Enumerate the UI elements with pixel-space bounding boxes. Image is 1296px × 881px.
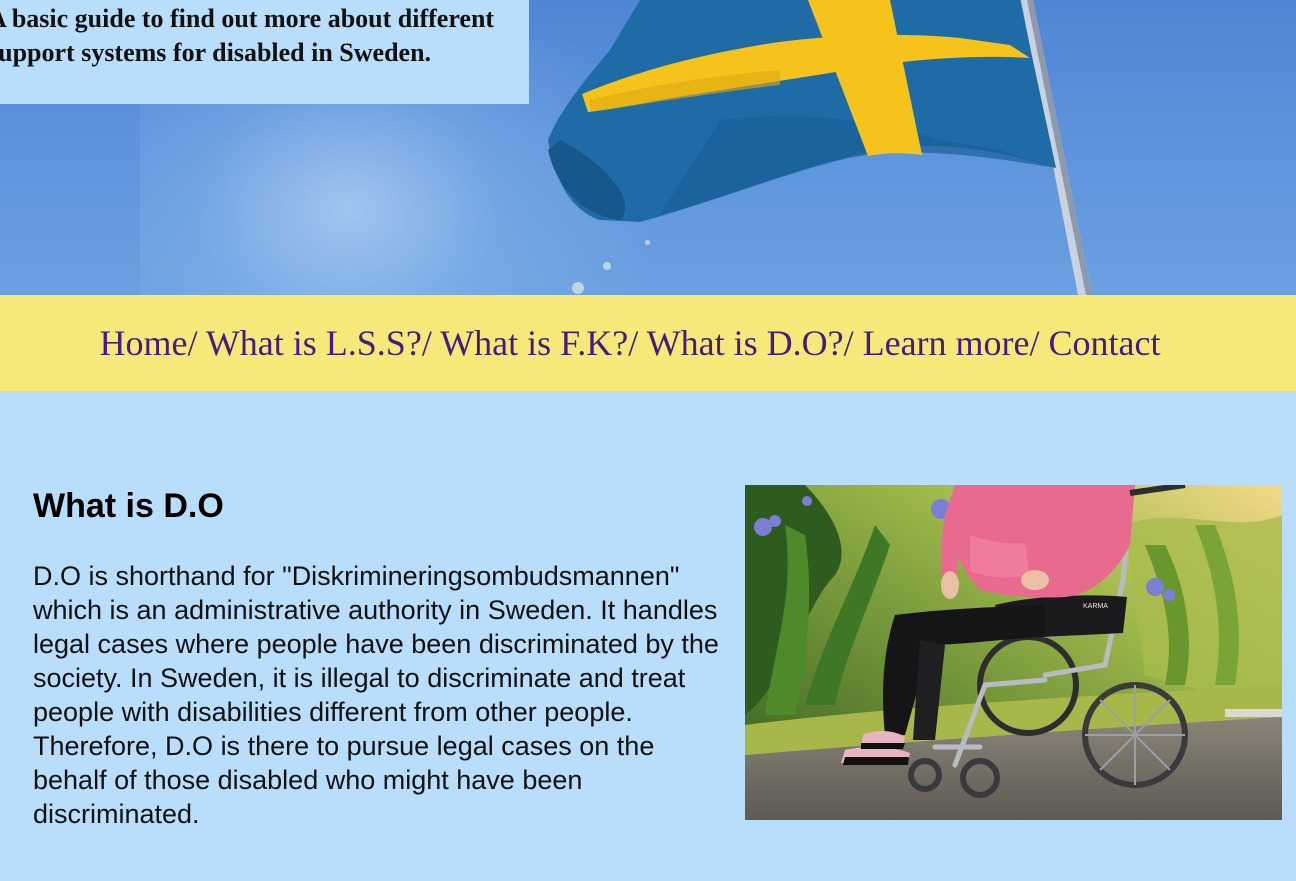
nav-home[interactable]: Home <box>99 323 187 363</box>
intro-box: A basic guide to find out more about dif… <box>0 0 529 104</box>
nav-separator: / <box>421 323 441 363</box>
nav-what-is-do[interactable]: What is D.O? <box>647 323 844 363</box>
nav-learn-more[interactable]: Learn more <box>863 323 1030 363</box>
wheelchair-brand-label: KARMA <box>1083 603 1108 610</box>
intro-text: A basic guide to find out more about dif… <box>0 4 495 67</box>
nav-separator: / <box>1029 323 1049 363</box>
nav-what-is-fk[interactable]: What is F.K? <box>440 323 628 363</box>
nav-what-is-lss[interactable]: What is L.S.S? <box>206 323 422 363</box>
nav-separator: / <box>628 323 647 363</box>
nav-contact[interactable]: Contact <box>1049 323 1161 363</box>
nav-separator: / <box>843 323 863 363</box>
wheelchair-photo: KARMA <box>745 485 1282 820</box>
nav-links: Home/ What is L.S.S?/ What is F.K?/ What… <box>99 322 1160 364</box>
section-paragraph: D.O is shorthand for "Diskrimineringsomb… <box>33 561 719 829</box>
hero-banner: A basic guide to find out more about dif… <box>0 0 1296 295</box>
main-navbar: Home/ What is L.S.S?/ What is F.K?/ What… <box>0 295 1296 391</box>
nav-separator: / <box>187 323 206 363</box>
section-heading: What is D.O <box>33 487 224 525</box>
wheelchair-image: KARMA <box>745 485 1282 820</box>
